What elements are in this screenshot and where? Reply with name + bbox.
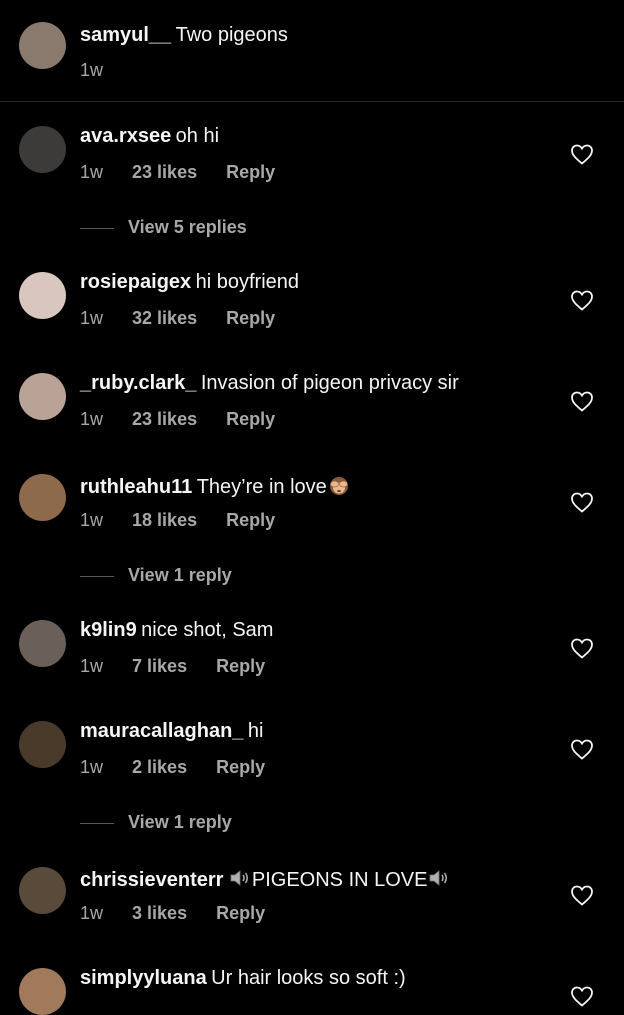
reply-button[interactable]: Reply: [216, 903, 265, 924]
timestamp: 1w: [80, 757, 104, 777]
likes-count[interactable]: 23 likes: [132, 162, 197, 183]
avatar[interactable]: [19, 620, 66, 667]
speaker-loud-icon: [230, 870, 248, 886]
likes-count[interactable]: 7 likes: [132, 656, 187, 677]
view-replies-label: View 1 reply: [128, 565, 232, 585]
likes-count[interactable]: 2 likes: [132, 757, 187, 778]
username[interactable]: _ruby.clark_: [80, 372, 196, 394]
avatar[interactable]: [19, 474, 66, 521]
avatar[interactable]: [19, 968, 66, 1015]
heart-icon[interactable]: [570, 289, 594, 311]
likes-count[interactable]: 32 likes: [132, 308, 197, 329]
avatar[interactable]: [19, 126, 66, 173]
reply-button[interactable]: Reply: [226, 308, 275, 329]
speaker-loud-icon: [430, 870, 448, 886]
avatar[interactable]: [19, 373, 66, 420]
reply-button[interactable]: Reply: [216, 757, 265, 778]
see-no-evil-monkey-icon: [329, 477, 348, 495]
reply-button[interactable]: Reply: [226, 409, 275, 430]
reply-button[interactable]: Reply: [226, 162, 275, 183]
view-replies-label: View 1 reply: [128, 812, 232, 832]
heart-icon[interactable]: [570, 143, 594, 165]
timestamp: 1w: [80, 903, 104, 923]
caption-text: Two pigeons: [175, 24, 288, 46]
username[interactable]: ava.rxsee: [80, 125, 171, 147]
comment-text: oh hi: [175, 125, 220, 147]
comment-text: nice shot, Sam: [141, 619, 274, 641]
timestamp: 1w: [80, 162, 104, 182]
view-replies-button[interactable]: View 1 reply: [80, 565, 232, 586]
avatar[interactable]: [19, 22, 66, 69]
comment-text: hi: [247, 720, 264, 742]
view-replies-button[interactable]: View 1 reply: [80, 812, 232, 833]
likes-count[interactable]: 23 likes: [132, 409, 197, 430]
username[interactable]: samyul__: [80, 24, 171, 46]
timestamp: 1w: [80, 409, 104, 429]
heart-icon[interactable]: [570, 985, 594, 1007]
username[interactable]: mauracallaghan_: [80, 720, 243, 742]
avatar[interactable]: [19, 867, 66, 914]
reply-button[interactable]: Reply: [216, 656, 265, 677]
view-replies-label: View 5 replies: [128, 217, 247, 237]
likes-count[interactable]: 18 likes: [132, 510, 197, 531]
comment-text: Invasion of pigeon privacy sir: [200, 372, 459, 394]
timestamp: 1w: [80, 656, 104, 676]
username[interactable]: ruthleahu11: [80, 476, 192, 498]
comment-text: PIGEONS IN LOVE: [251, 869, 428, 891]
username[interactable]: rosiepaigex: [80, 271, 191, 293]
username[interactable]: simplyyluana: [80, 967, 207, 989]
caption: samyul__ Two pigeons 1w: [0, 0, 624, 102]
divider: [80, 575, 114, 577]
username[interactable]: k9lin9: [80, 619, 137, 641]
heart-icon[interactable]: [570, 637, 594, 659]
timestamp: 1w: [80, 510, 104, 530]
comment-text: They’re in love: [196, 476, 327, 498]
likes-count[interactable]: 3 likes: [132, 903, 187, 924]
avatar[interactable]: [19, 721, 66, 768]
timestamp: 1w: [80, 308, 104, 328]
comment-text: hi boyfriend: [195, 271, 300, 293]
divider: [80, 822, 114, 824]
view-replies-button[interactable]: View 5 replies: [80, 217, 247, 238]
heart-icon[interactable]: [570, 390, 594, 412]
avatar[interactable]: [19, 272, 66, 319]
heart-icon[interactable]: [570, 738, 594, 760]
divider: [80, 227, 114, 229]
heart-icon[interactable]: [570, 491, 594, 513]
comment-text: Ur hair looks so soft :): [211, 967, 406, 989]
reply-button[interactable]: Reply: [226, 510, 275, 531]
timestamp: 1w: [80, 60, 104, 80]
username[interactable]: chrissieventerr: [80, 869, 223, 891]
heart-icon[interactable]: [570, 884, 594, 906]
